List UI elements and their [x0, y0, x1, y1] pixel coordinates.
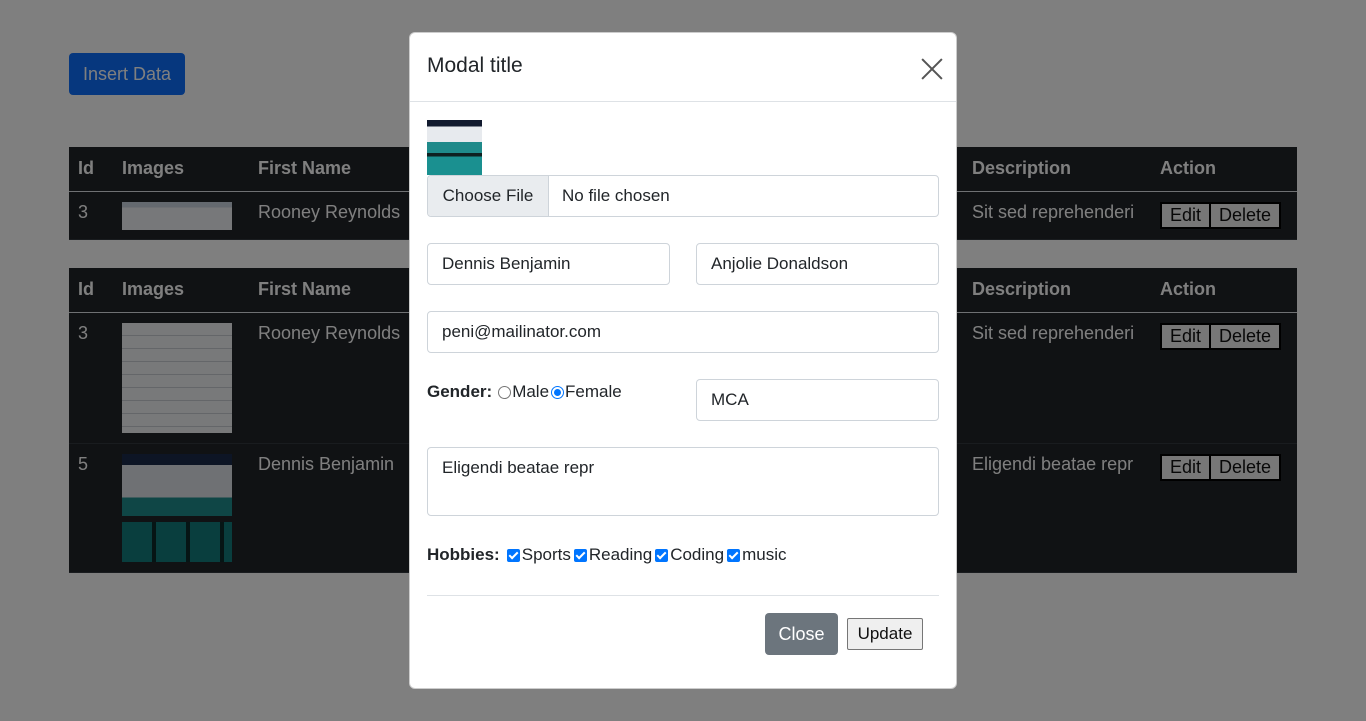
- choose-file-button[interactable]: Choose File: [428, 176, 549, 216]
- hobbies-label: Hobbies:: [427, 545, 500, 564]
- close-button[interactable]: Close: [765, 613, 838, 655]
- last-name-input[interactable]: [696, 243, 939, 285]
- coding-checkbox[interactable]: [655, 548, 669, 562]
- music-checkbox[interactable]: [727, 548, 741, 562]
- reading-label: Reading: [588, 545, 653, 564]
- gender-group: Gender: Male Female: [427, 382, 622, 402]
- file-status: No file chosen: [562, 186, 670, 205]
- gender-male-label: Male: [512, 382, 550, 401]
- music-label: music: [742, 545, 787, 564]
- modal-header: Modal title: [410, 33, 956, 102]
- gender-label: Gender:: [427, 382, 493, 401]
- gender-female-label: Female: [565, 382, 622, 401]
- update-button[interactable]: Update: [847, 618, 923, 650]
- course-input[interactable]: [696, 379, 939, 421]
- image-preview: [427, 120, 482, 175]
- edit-modal: Modal title Choose File No file chosen G…: [409, 32, 957, 689]
- gender-female-radio[interactable]: [551, 385, 565, 399]
- description-textarea[interactable]: Eligendi beatae repr: [427, 447, 939, 516]
- sports-label: Sports: [521, 545, 571, 564]
- reading-checkbox[interactable]: [573, 548, 587, 562]
- first-name-input[interactable]: [427, 243, 670, 285]
- gender-male-radio[interactable]: [498, 385, 512, 399]
- sports-checkbox[interactable]: [506, 548, 520, 562]
- email-input[interactable]: [427, 311, 939, 353]
- coding-label: Coding: [670, 545, 725, 564]
- close-icon[interactable]: [918, 55, 946, 83]
- hobbies-group: Hobbies: Sports Reading Coding music: [427, 545, 786, 565]
- modal-title: Modal title: [427, 54, 523, 77]
- footer-divider: [427, 595, 939, 596]
- file-input[interactable]: Choose File No file chosen: [427, 175, 939, 217]
